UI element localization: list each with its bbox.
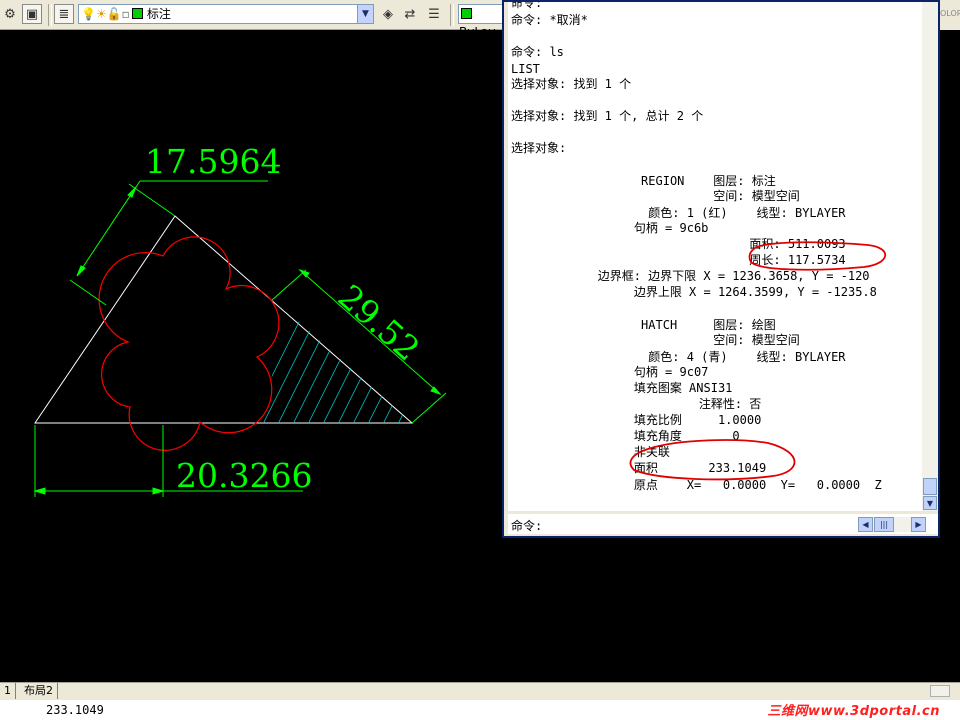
settings-gear-icon[interactable]: ⚙ xyxy=(0,4,20,24)
layer-previous-state-icon[interactable]: ⇄ xyxy=(400,4,420,24)
layer-dropdown-arrow-icon[interactable]: ▼ xyxy=(357,5,373,23)
highlight-area-circle xyxy=(629,439,796,481)
layer-previous-icon[interactable]: ▣ xyxy=(22,4,42,24)
highlight-perimeter-circle xyxy=(748,241,887,271)
drawing-area-right-edge: OLOR xyxy=(940,0,960,682)
command-history: 命令: 命令: *取消* 命令: ls LIST 选择对象: 找到 1 个 选择… xyxy=(508,2,922,511)
toolbar-separator xyxy=(48,4,52,26)
command-input-line[interactable]: 命令: ◀ ||| ▶ xyxy=(508,514,938,534)
color-swatch xyxy=(461,8,472,19)
history-vertical-scrollbar[interactable]: ▼ xyxy=(922,2,938,511)
dimension-17-5964 xyxy=(69,180,268,306)
layer-on-bulb-icon[interactable]: 💡 xyxy=(81,7,96,21)
horizontal-scroll-thumb[interactable]: ||| xyxy=(874,517,894,532)
layer-properties-icon[interactable]: ≣ xyxy=(54,4,74,24)
command-prompt: 命令: xyxy=(511,519,543,533)
layer-unlock-icon[interactable]: 🔓 xyxy=(107,7,122,21)
command-horizontal-scrollbar[interactable]: ◀ ||| ▶ xyxy=(858,517,926,532)
scroll-down-arrow-icon[interactable]: ▼ xyxy=(923,496,937,510)
toolbar-overflow-label: OLOR xyxy=(940,0,960,30)
layer-color-swatch xyxy=(131,8,143,19)
toolbar-separator xyxy=(450,4,454,26)
layer-dropdown[interactable]: 💡☀🔓▫ 标注 ▼ xyxy=(78,4,374,24)
make-object-layer-current-icon[interactable]: ◈ xyxy=(378,4,398,24)
flower-region xyxy=(98,236,280,451)
layout-horizontal-scrollbar[interactable] xyxy=(930,685,950,697)
layout-tabs-bar: 1 布局2 xyxy=(0,682,960,700)
tab-layout2[interactable]: 布局2 xyxy=(20,683,58,699)
scroll-right-arrow-icon[interactable]: ▶ xyxy=(911,517,926,532)
layer-plot-icon[interactable]: ▫ xyxy=(122,7,130,21)
tab-layout1[interactable]: 1 xyxy=(0,683,16,699)
layer-name-text: 标注 xyxy=(146,7,171,21)
dimension-text-top: 17.5964 xyxy=(145,142,281,181)
site-watermark: 三维网www.3dportal.cn xyxy=(767,704,940,719)
layer-states-manager-icon[interactable]: ☰ xyxy=(424,4,444,24)
color-dropdown[interactable]: ByLay xyxy=(458,4,508,39)
dimension-text-bottom: 20.3266 xyxy=(176,456,312,495)
command-text-window: 命令: 命令: *取消* 命令: ls LIST 选择对象: 找到 1 个 选择… xyxy=(502,0,940,538)
dimension-text-right: 29.52 xyxy=(331,277,428,369)
status-value: 233.1049 xyxy=(46,703,104,717)
layer-thaw-sun-icon[interactable]: ☀ xyxy=(96,7,107,21)
scroll-left-arrow-icon[interactable]: ◀ xyxy=(858,517,873,532)
highlight-annotations xyxy=(629,241,887,481)
history-scroll-thumb[interactable] xyxy=(923,478,937,495)
